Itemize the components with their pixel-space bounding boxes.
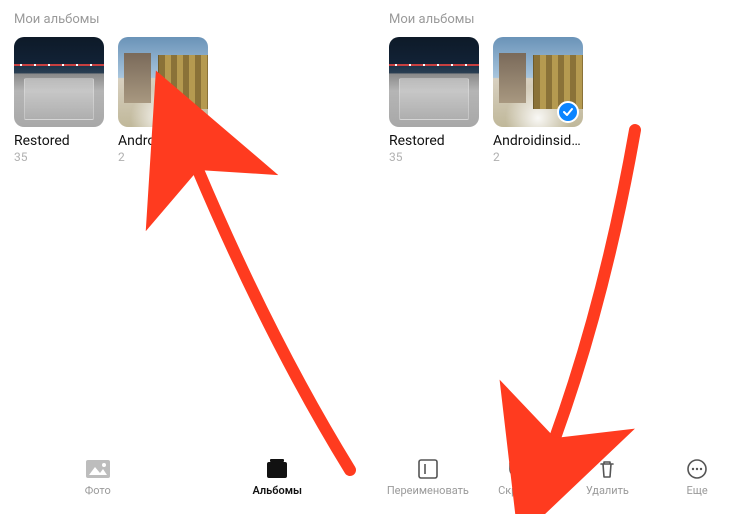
album-count: 35 [389, 150, 479, 164]
screen-left: Мои альбомы Restored 35 Androidinsider 2 [0, 0, 375, 514]
album-name: Restored [389, 133, 479, 149]
tab-label: Фото [85, 484, 111, 497]
action-label: Удалить [586, 484, 629, 497]
screen-right: Мои альбомы Restored 35 Androidinsider 2 [375, 0, 750, 514]
album-count: 2 [118, 150, 208, 164]
action-label: Скрыть [498, 484, 537, 497]
action-label: Переименовать [387, 484, 469, 497]
more-icon [684, 458, 710, 480]
rename-icon [415, 458, 441, 480]
album-thumbnail [389, 37, 479, 127]
album-name: Restored [14, 133, 104, 149]
album-androidinsider[interactable]: Androidinsider 2 [118, 37, 208, 164]
action-more[interactable]: Еще [652, 458, 742, 497]
tab-label: Альбомы [252, 484, 302, 497]
action-label: Еще [686, 484, 707, 497]
album-thumbnail [14, 37, 104, 127]
album-count: 2 [493, 150, 583, 164]
album-thumbnail [493, 37, 583, 127]
albums-icon [264, 458, 290, 480]
section-title: Мои альбомы [389, 12, 736, 27]
action-rename[interactable]: Переименовать [383, 458, 473, 497]
tab-albums[interactable]: Альбомы [188, 458, 368, 497]
selected-check-icon [557, 101, 579, 123]
action-delete[interactable]: Удалить [563, 458, 653, 497]
album-androidinsider[interactable]: Androidinsider 2 [493, 37, 583, 164]
tab-photo[interactable]: Фото [8, 458, 188, 497]
trash-icon [594, 458, 620, 480]
action-bar: Переименовать Скрыть Удалить Еще [375, 444, 750, 514]
album-restored[interactable]: Restored 35 [389, 37, 479, 164]
action-hide[interactable]: Скрыть [473, 458, 563, 497]
bottom-nav: Фото Альбомы [0, 444, 375, 514]
photo-icon [85, 458, 111, 480]
album-name: Androidinsider [118, 133, 208, 149]
album-thumbnail [118, 37, 208, 127]
album-count: 35 [14, 150, 104, 164]
albums-row: Restored 35 Androidinsider 2 [14, 37, 361, 164]
albums-row: Restored 35 Androidinsider 2 [389, 37, 736, 164]
album-restored[interactable]: Restored 35 [14, 37, 104, 164]
section-title: Мои альбомы [14, 12, 361, 27]
hide-icon [505, 458, 531, 480]
album-name: Androidinsider [493, 133, 583, 149]
